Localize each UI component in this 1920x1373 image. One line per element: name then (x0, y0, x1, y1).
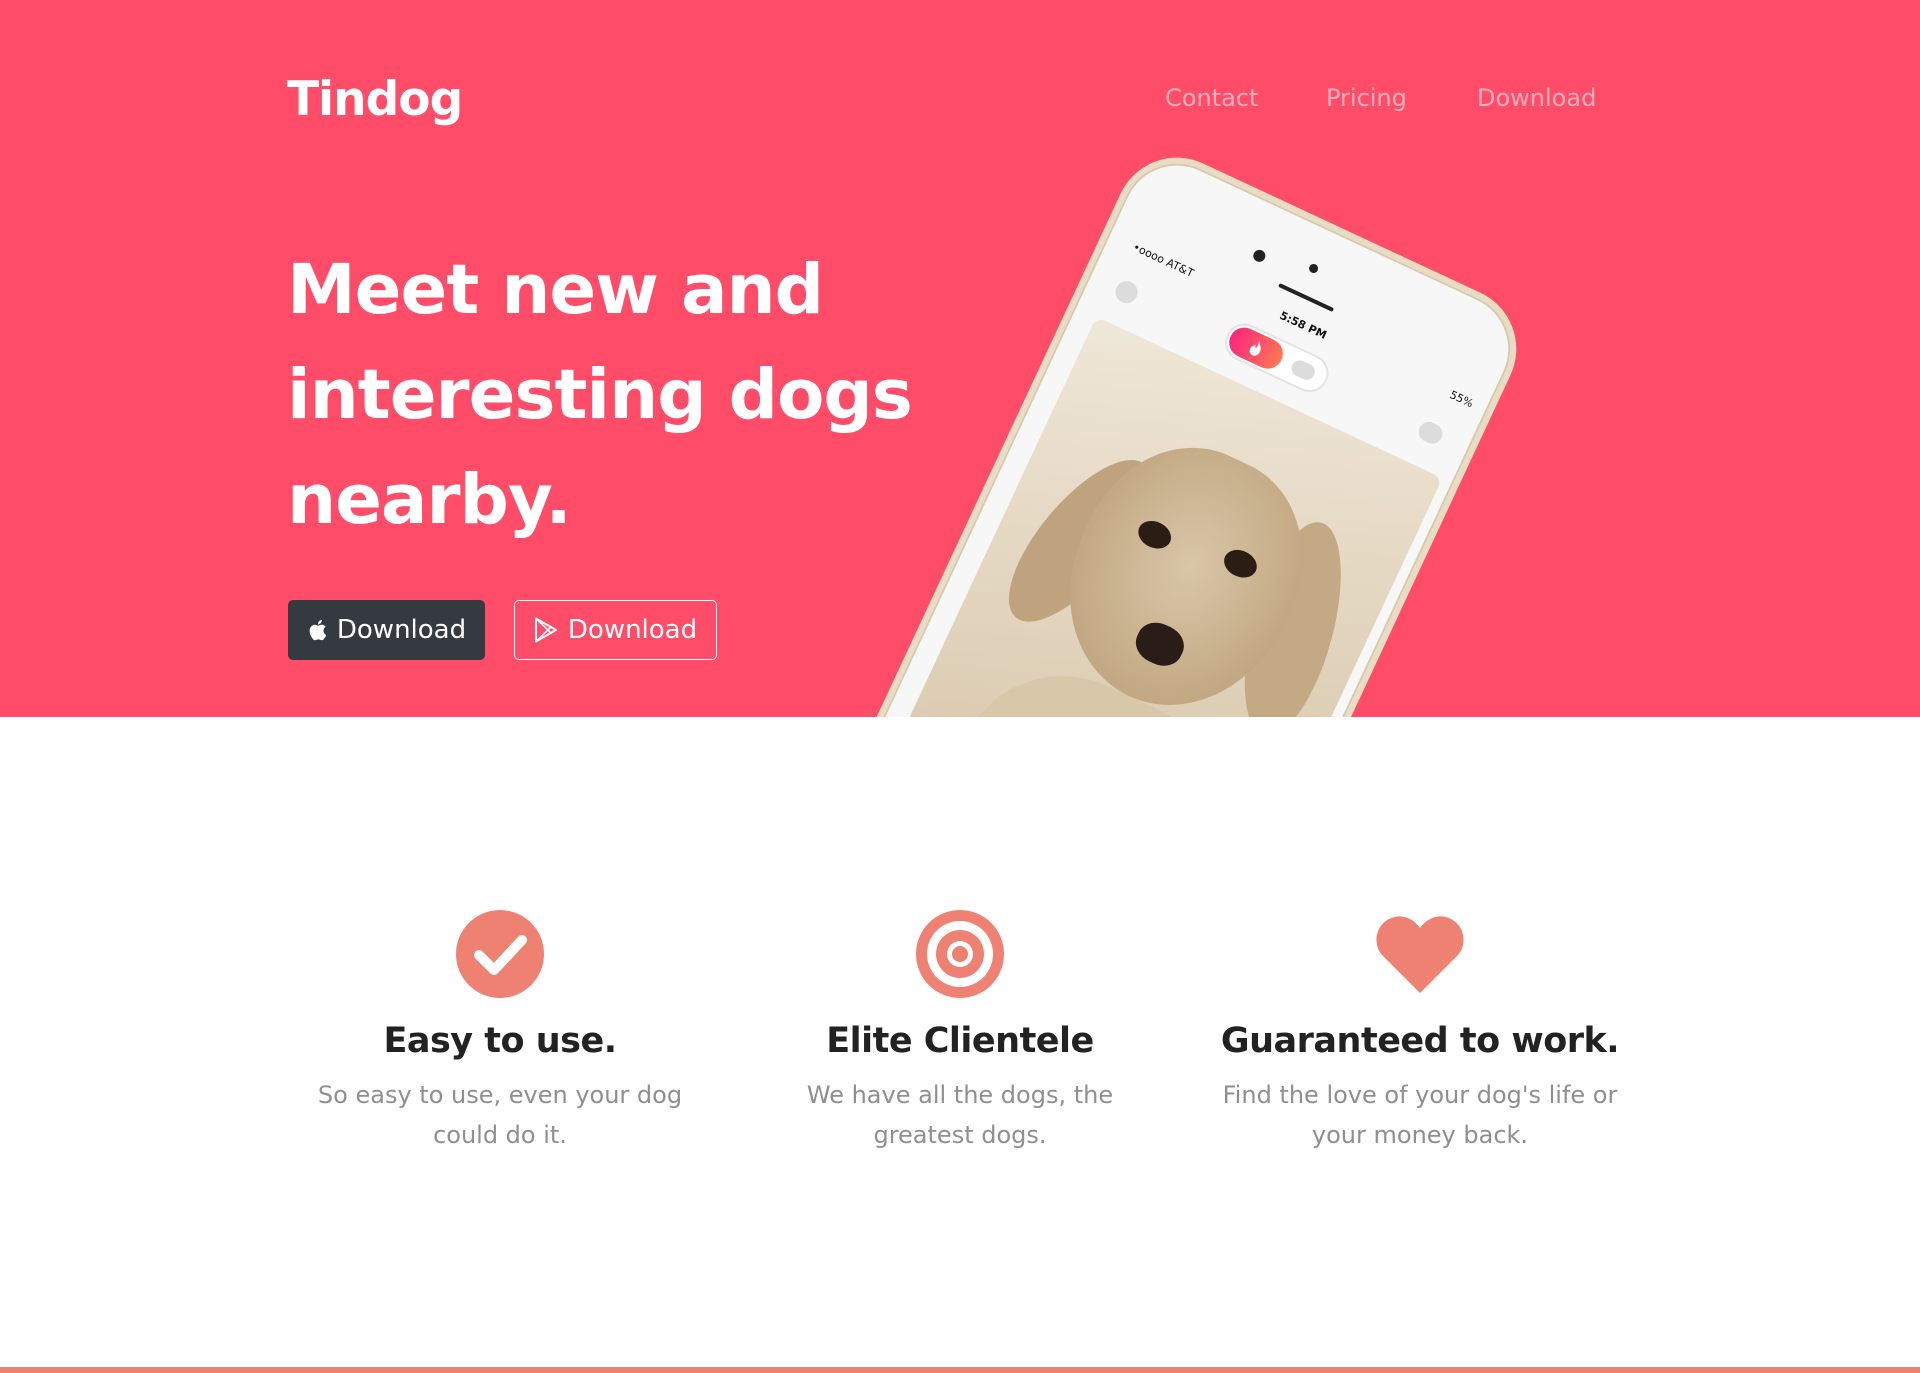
phone-sensor (1307, 262, 1320, 275)
heart-icon (1376, 916, 1464, 993)
status-time: 5:58 PM (1277, 308, 1329, 342)
play-download-label: Download (567, 615, 698, 645)
bullseye-icon (916, 910, 1004, 998)
status-carrier: •oooo AT&T (1130, 240, 1196, 280)
feature-elite-clientele: Elite Clientele We have all the dogs, th… (740, 909, 1180, 1155)
features-section: Easy to use. So easy to use, even your d… (0, 717, 1920, 1367)
hero-section: Tindog Contact Pricing Download Meet new… (0, 0, 1920, 717)
feature-text: We have all the dogs, the greatest dogs. (806, 1081, 1114, 1149)
phone-speaker (1278, 283, 1335, 313)
feature-easy-to-use: Easy to use. So easy to use, even your d… (280, 909, 720, 1155)
chat-icon (1415, 418, 1446, 447)
profile-icon (1111, 277, 1142, 307)
check-circle-icon (456, 910, 544, 998)
nav-link-pricing[interactable]: Pricing (1326, 84, 1407, 112)
feature-text: So easy to use, even your dog could do i… (317, 1081, 683, 1149)
group-icon (1288, 357, 1318, 383)
nav-link-download[interactable]: Download (1477, 84, 1596, 112)
play-store-icon (534, 617, 558, 643)
nav-link-contact[interactable]: Contact (1165, 84, 1258, 112)
flame-icon (1224, 322, 1288, 374)
phone-camera (1251, 247, 1268, 264)
feature-title: Guaranteed to work. (1220, 1021, 1620, 1061)
play-store-download-button[interactable]: Download (514, 600, 717, 660)
apple-download-label: Download (336, 615, 467, 645)
feature-text: Find the love of your dog's life or your… (1222, 1081, 1618, 1149)
hero-headline: Meet new and interesting dogs nearby. (287, 250, 913, 540)
feature-guaranteed: Guaranteed to work. Find the love of you… (1200, 909, 1640, 1155)
feature-title: Easy to use. (383, 1021, 617, 1061)
top-nav: Contact Pricing Download (0, 84, 1920, 124)
section-divider (0, 1367, 1920, 1373)
apple-download-button[interactable]: Download (288, 600, 485, 660)
apple-icon (307, 618, 327, 642)
feature-title: Elite Clientele (826, 1021, 1094, 1061)
status-battery: 55% (1447, 388, 1476, 411)
